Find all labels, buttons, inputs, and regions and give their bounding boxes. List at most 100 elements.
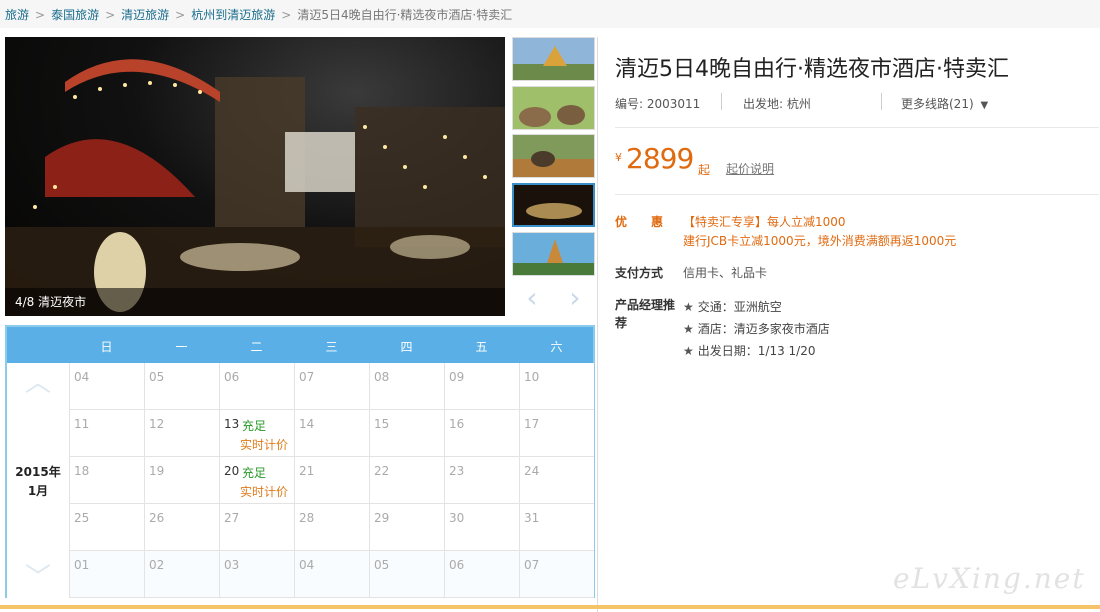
calendar-day-cell: 11 (69, 410, 144, 457)
calendar-day-cell: 07 (294, 363, 369, 410)
price-unit: 起 (698, 163, 711, 177)
main-photo[interactable]: 4/8 清迈夜市 (5, 37, 505, 316)
price-currency: ¥ (615, 151, 622, 164)
day-number: 19 (149, 464, 165, 478)
calendar-day-cell: 30 (444, 504, 519, 551)
thumbnail-3[interactable] (512, 134, 595, 178)
chevron-left-icon[interactable]: ‹ (512, 282, 552, 316)
breadcrumb: 旅游 > 泰国旅游 > 清迈旅游 > 杭州到清迈旅游 > 清迈5日4晚自由行·精选夜市酒店·特卖… (5, 6, 512, 23)
availability-status: 充足 (242, 419, 267, 433)
departure-calendar: 日 一 二 三 四 五 六 ︿ 2015年 1月 ﹀ 04 05 06 07 08 09 10 11 12 1… (5, 325, 595, 598)
thumbnail-5[interactable] (512, 232, 595, 276)
day-number: 01 (74, 558, 90, 572)
breadcrumb-link-thailand[interactable]: 泰国旅游 (51, 8, 99, 22)
day-price: 实时计价 (240, 438, 289, 452)
calendar-day-cell: 31 (519, 504, 594, 551)
departure-city: 出发地: 杭州 (743, 97, 811, 111)
day-number: 05 (374, 558, 390, 572)
night-market-illustration (5, 59, 505, 316)
calendar-month-column: ︿ 2015年 1月 ﹀ (7, 363, 69, 598)
star-icon: ★ (683, 322, 694, 336)
calendar-day-cell: 23 (444, 457, 519, 504)
calendar-day-cell: 29 (369, 504, 444, 551)
day-number: 24 (524, 464, 540, 478)
calendar-day-cell: 17 (519, 410, 594, 457)
calendar-day-cell: 22 (369, 457, 444, 504)
calendar-day-cell: 07 (519, 551, 594, 598)
calendar-day-cell: 16 (444, 410, 519, 457)
price-note-link[interactable]: 起价说明 (726, 160, 774, 177)
thumbnail-2[interactable] (512, 86, 595, 130)
calendar-day-cell: 02 (144, 551, 219, 598)
calendar-day-cell: 25 (69, 504, 144, 551)
calendar-day-cell: 05 (144, 363, 219, 410)
calendar-day-cell: 05 (369, 551, 444, 598)
divider (615, 194, 1099, 195)
day-number: 14 (299, 417, 315, 431)
payment-value: 信用卡、礼品卡 (683, 266, 768, 280)
calendar-day-cell[interactable]: 20 充足 实时计价 (219, 457, 294, 504)
day-number: 22 (374, 464, 390, 478)
more-routes-dropdown[interactable]: 更多线路(21) ▼ (901, 95, 988, 112)
site-watermark: eLvXing.net (893, 562, 1086, 595)
day-number: 13 (224, 417, 240, 431)
calendar-day-cell: 21 (294, 457, 369, 504)
calendar-day-cell: 18 (69, 457, 144, 504)
promo-label: 优 惠 (615, 215, 664, 229)
calendar-month: 1月 (27, 484, 49, 498)
day-number: 04 (74, 370, 90, 384)
weekday-1: 一 (175, 340, 188, 354)
day-number: 08 (374, 370, 390, 384)
calendar-day-cell: 19 (144, 457, 219, 504)
thumbnail-nav: ‹ › (512, 282, 595, 316)
breadcrumb-current: 清迈5日4晚自由行·精选夜市酒店·特卖汇 (297, 8, 513, 22)
thumbnail-4-active[interactable] (512, 183, 595, 227)
breadcrumb-link-travel[interactable]: 旅游 (5, 8, 29, 22)
breadcrumb-separator: > (105, 8, 116, 22)
day-number: 30 (449, 511, 465, 525)
breadcrumb-link-chiangmai[interactable]: 清迈旅游 (121, 8, 169, 22)
day-number: 28 (299, 511, 315, 525)
day-number: 10 (524, 370, 540, 384)
day-price: 实时计价 (240, 485, 289, 499)
weekday-0: 日 (100, 340, 113, 354)
day-number: 27 (224, 511, 240, 525)
recommend-item: ★ 酒店：清迈多家夜市酒店 (683, 322, 830, 336)
promo-line-2: 建行JCB卡立减1000元，境外消费满额再返1000元 (683, 234, 957, 248)
calendar-day-cell: 26 (144, 504, 219, 551)
chevron-down-icon[interactable]: ﹀ (19, 565, 57, 591)
thumbnail-1[interactable] (512, 37, 595, 81)
calendar-day-cell: 04 (294, 551, 369, 598)
calendar-day-cell: 15 (369, 410, 444, 457)
calendar-day-cell: 10 (519, 363, 594, 410)
recommend-item: ★ 出发日期：1/13 1/20 (683, 344, 816, 358)
product-info-panel: 清迈5日4晚自由行·精选夜市酒店·特卖汇 编号: 2003011 出发地: 杭州… (597, 37, 1100, 612)
breadcrumb-separator: > (175, 8, 186, 22)
day-number: 06 (449, 558, 465, 572)
calendar-day-cell: 12 (144, 410, 219, 457)
breadcrumb-link-hangzhou-chiangmai[interactable]: 杭州到清迈旅游 (191, 8, 275, 22)
day-number: 17 (524, 417, 540, 431)
calendar-day-cell[interactable]: 13 充足实时计价 (219, 410, 294, 457)
breadcrumb-separator: > (35, 8, 46, 22)
day-number: 05 (149, 370, 165, 384)
chevron-right-icon[interactable]: › (555, 282, 595, 316)
photo-caption: 4/8 清迈夜市 (5, 288, 505, 316)
meta-divider (721, 93, 722, 110)
day-number: 26 (149, 511, 165, 525)
day-number: 25 (74, 511, 90, 525)
chevron-up-icon[interactable]: ︿ (19, 370, 57, 396)
caret-down-icon: ▼ (980, 100, 989, 111)
day-number: 07 (299, 370, 315, 384)
calendar-day-cell: 14 (294, 410, 369, 457)
calendar-day-cell: 27 (219, 504, 294, 551)
divider (615, 127, 1099, 128)
price-value: 2899 (626, 142, 694, 175)
recommend-label: 产品经理推荐 (615, 298, 676, 330)
day-number: 21 (299, 464, 315, 478)
day-number: 20 (224, 464, 240, 478)
day-number: 09 (449, 370, 465, 384)
calendar-year: 2015年 (15, 465, 61, 479)
promo-line-1: 【特卖汇专享】每人立减1000 (683, 215, 846, 229)
meta-divider (881, 93, 882, 110)
